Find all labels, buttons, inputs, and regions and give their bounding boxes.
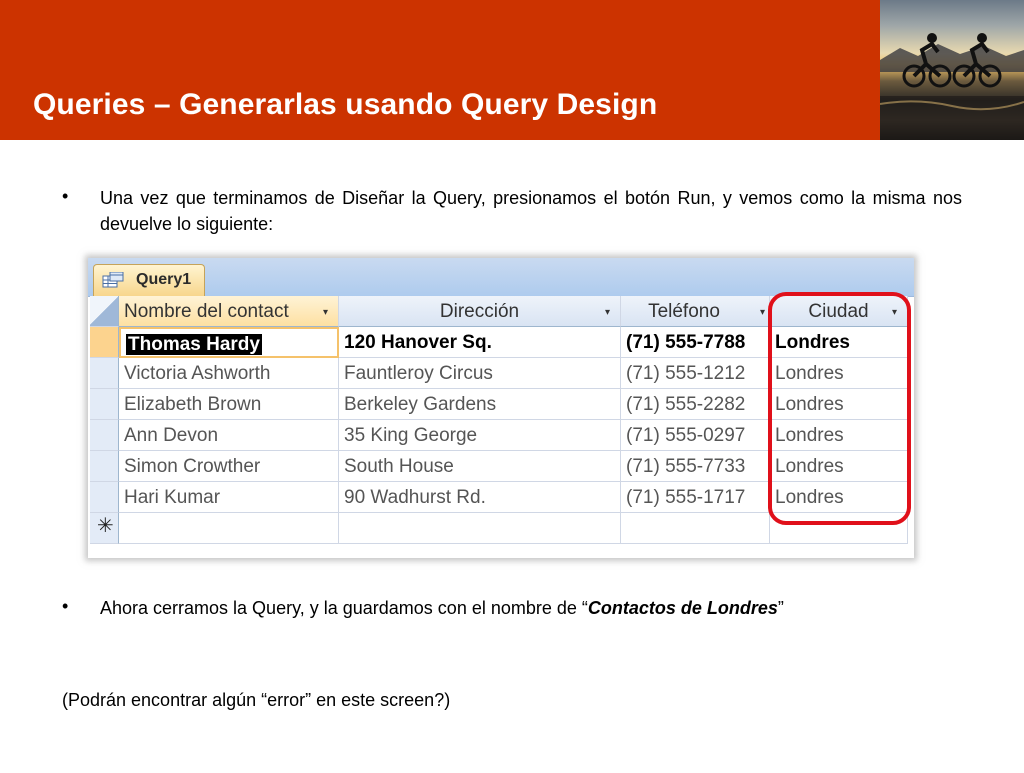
bullet-text-2-post: ” [777, 598, 784, 618]
column-header-nombre[interactable]: Nombre del contact ▾ [119, 296, 339, 327]
column-header-label: Dirección [439, 301, 520, 322]
bullet-text-2-pre: Ahora cerramos la Query, y la guardamos … [100, 598, 588, 618]
query-name-emphasis: Contactos de Londres [587, 598, 778, 618]
table-cell[interactable]: (71) 555-2282 [621, 389, 770, 420]
query-datasheet-icon [102, 272, 124, 288]
row-selector[interactable] [90, 389, 119, 420]
table-cell[interactable]: 35 King George [339, 420, 621, 451]
bullet-text-2: Ahora cerramos la Query, y la guardamos … [100, 595, 784, 621]
dropdown-arrow-icon[interactable]: ▾ [760, 297, 765, 326]
table-cell[interactable]: South House [339, 451, 621, 482]
table-cell[interactable]: (71) 555-0297 [621, 420, 770, 451]
slide-header-bar: Queries – Generarlas usando Query Design [0, 0, 880, 140]
tab-label: Query1 [136, 271, 192, 288]
closing-question: (Podrán encontrar algún “error” en este … [62, 690, 451, 710]
table-cell[interactable]: (71) 555-7733 [621, 451, 770, 482]
ciudad-column-highlight-circle [768, 292, 911, 525]
table-cell[interactable]: 120 Hanover Sq. [339, 327, 621, 358]
table-cell[interactable]: Simon Crowther [119, 451, 339, 482]
table-cell[interactable]: Hari Kumar [119, 482, 339, 513]
table-cell[interactable]: (71) 555-1717 [621, 482, 770, 513]
table-cell[interactable]: Ann Devon [119, 420, 339, 451]
bullet-text-1: Una vez que terminamos de Diseñar la Que… [100, 188, 962, 234]
table-cell[interactable]: Thomas Hardy [119, 327, 339, 358]
column-header-telefono[interactable]: Teléfono ▾ [621, 296, 770, 327]
table-cell[interactable] [119, 513, 339, 544]
column-header-label: Teléfono [648, 301, 720, 322]
table-cell[interactable]: Fauntleroy Circus [339, 358, 621, 389]
row-selector[interactable] [90, 420, 119, 451]
row-selector[interactable] [90, 358, 119, 389]
row-selector[interactable] [90, 327, 119, 358]
new-record-icon: ✳ [97, 515, 114, 537]
table-cell[interactable]: Victoria Ashworth [119, 358, 339, 389]
tab-query1[interactable]: Query1 [93, 264, 205, 297]
table-cell[interactable]: (71) 555-1212 [621, 358, 770, 389]
slide-title: Queries – Generarlas usando Query Design [33, 88, 658, 121]
table-cell[interactable]: 90 Wadhurst Rd. [339, 482, 621, 513]
dropdown-arrow-icon[interactable]: ▾ [323, 297, 328, 326]
table-cell[interactable]: Berkeley Gardens [339, 389, 621, 420]
row-selector[interactable]: ✳ [90, 513, 119, 544]
column-header-direccion[interactable]: Dirección ▾ [339, 296, 621, 327]
table-cell[interactable] [621, 513, 770, 544]
table-cell[interactable]: (71) 555-7788 [621, 327, 770, 358]
select-all-corner[interactable] [90, 296, 119, 327]
row-selector[interactable] [90, 482, 119, 513]
selected-text: Thomas Hardy [126, 334, 262, 355]
row-selector[interactable] [90, 451, 119, 482]
dropdown-arrow-icon[interactable]: ▾ [605, 297, 610, 326]
table-cell[interactable]: Elizabeth Brown [119, 389, 339, 420]
bullet-marker: • [62, 186, 69, 206]
column-header-label: Nombre del contact [124, 301, 289, 322]
bullet-marker: • [62, 596, 69, 616]
cyclists-photo [880, 0, 1024, 140]
table-cell[interactable] [339, 513, 621, 544]
